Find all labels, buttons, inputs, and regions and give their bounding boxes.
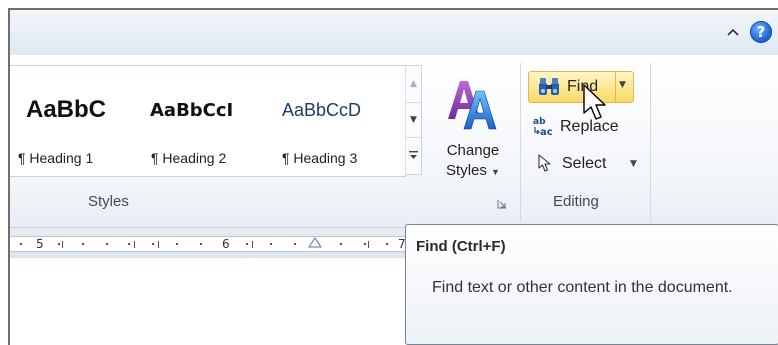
ruler-dot (246, 243, 248, 245)
right-indent-marker-icon[interactable] (308, 236, 322, 248)
replace-label: Replace (560, 118, 619, 135)
chevron-up-icon[interactable] (722, 21, 744, 43)
change-styles-label: Change Styles ▼ (428, 141, 518, 182)
ruler-dot (364, 243, 366, 245)
style-name: ¶ Heading 3 (282, 150, 358, 166)
cursor-select-icon (538, 154, 552, 176)
ribbon: AaBbC ¶ Heading 1 AaBbCcI ¶ Heading 2 Aa… (10, 55, 778, 228)
word-window: ? AaBbC ¶ Heading 1 AaBbCcI ¶ Heading 2 … (8, 8, 778, 345)
group-separator (520, 63, 521, 221)
styles-group-label: Styles (88, 193, 129, 210)
gallery-more-button[interactable] (406, 137, 421, 173)
ruler-tick (368, 241, 369, 248)
ruler-dot (200, 243, 202, 245)
dropdown-arrow-icon: ▼ (491, 167, 500, 177)
help-icon[interactable]: ? (750, 21, 772, 43)
ruler-tick (158, 241, 159, 248)
style-sample: AaBbCcI (150, 100, 234, 121)
ruler-dot (82, 243, 84, 245)
ruler-dot (128, 243, 130, 245)
change-styles-line1: Change (446, 142, 500, 159)
tooltip-description: Find text or other content in the docume… (432, 279, 733, 296)
find-button[interactable]: Find ▼ (528, 71, 634, 103)
help-glyph: ? (756, 23, 766, 41)
select-label: Select (562, 155, 607, 172)
group-separator (650, 63, 651, 221)
ruler-tick (134, 241, 135, 248)
style-heading-2[interactable]: AaBbCcI ¶ Heading 2 (147, 66, 282, 176)
ruler-number: 6 (222, 237, 230, 251)
tooltip-title: Find (Ctrl+F) (416, 238, 506, 255)
editing-group-label: Editing (553, 193, 599, 210)
svg-text:ab: ab (533, 117, 546, 127)
binoculars-icon (537, 77, 561, 102)
style-name: ¶ Heading 1 (18, 150, 94, 166)
gallery-scroll-up-button[interactable]: ▲ (406, 66, 421, 102)
change-styles-line2: Styles (446, 162, 487, 179)
replace-icon: ab ac (532, 115, 556, 139)
select-button[interactable]: Select ▼ (532, 150, 652, 178)
find-tooltip: Find (Ctrl+F) Find text or other content… (405, 224, 778, 345)
ruler-dot (294, 243, 296, 245)
style-sample: AaBbC (26, 96, 107, 123)
svg-text:ac: ac (540, 127, 553, 137)
ruler-dot (152, 243, 154, 245)
ruler-dot (20, 243, 22, 245)
ruler-dot (340, 243, 342, 245)
gallery-scroll-down-button[interactable]: ▼ (406, 102, 421, 138)
style-sample: AaBbCcD (282, 100, 362, 120)
select-dropdown-arrow-icon[interactable]: ▼ (630, 159, 637, 169)
ruler-number: 5 (36, 237, 44, 251)
ruler-dot (386, 243, 388, 245)
ruler-dot (58, 243, 60, 245)
title-bar: ? (10, 10, 778, 56)
ruler-dot (176, 243, 178, 245)
styles-gallery: AaBbC ¶ Heading 1 AaBbCcI ¶ Heading 2 Aa… (10, 65, 406, 177)
change-styles-button[interactable]: Change Styles ▼ (428, 63, 514, 183)
ruler-tick (62, 241, 63, 248)
style-name: ¶ Heading 2 (151, 150, 227, 166)
replace-button[interactable]: ab ac Replace (532, 113, 652, 141)
dialog-launcher-icon[interactable] (497, 199, 507, 212)
find-dropdown-arrow-icon[interactable]: ▼ (619, 80, 626, 90)
ruler-dot (106, 243, 108, 245)
style-heading-3[interactable]: AaBbCcD ¶ Heading 3 (282, 66, 404, 176)
change-styles-icon (448, 81, 497, 130)
gallery-scrollbar: ▲ ▼ (405, 65, 422, 175)
ruler-tick (252, 241, 253, 248)
style-heading-1[interactable]: AaBbC ¶ Heading 1 (12, 66, 147, 176)
ruler-dot (270, 243, 272, 245)
